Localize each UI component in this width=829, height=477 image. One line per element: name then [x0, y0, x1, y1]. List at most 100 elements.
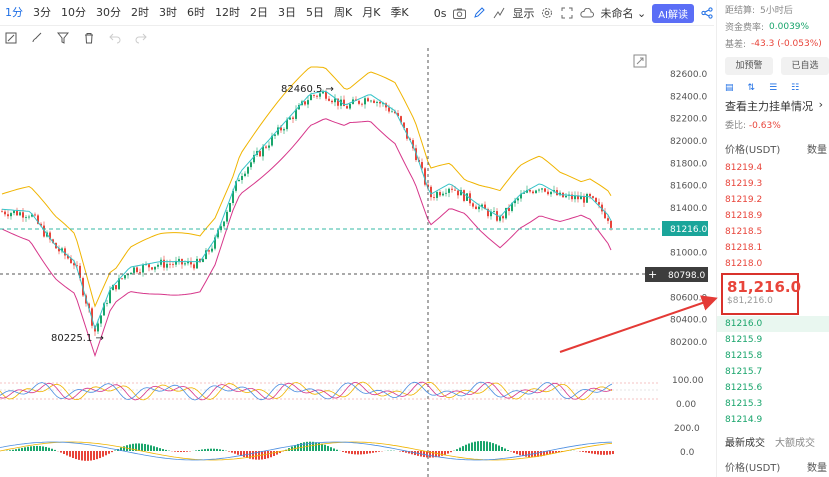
redo-icon[interactable]: [134, 31, 148, 45]
candle-body: [157, 264, 159, 267]
bid-row[interactable]: 81215.3: [717, 396, 829, 412]
timeframe-13[interactable]: 季K: [385, 0, 413, 26]
candle-body: [202, 259, 204, 263]
orderbook-asks-icon[interactable]: ☷: [791, 83, 799, 93]
macd-bar: [147, 444, 149, 451]
timeframe-2[interactable]: 10分: [56, 0, 91, 26]
candle-body: [223, 221, 225, 227]
high-price-label: 82460.5 →: [281, 84, 334, 95]
price-tick: 82600.0: [670, 70, 707, 80]
ask-row[interactable]: 81218.5: [717, 224, 829, 240]
timeframe-7[interactable]: 12时: [210, 0, 245, 26]
add-alert-button[interactable]: 加预警: [725, 57, 773, 75]
macd-bar: [144, 444, 146, 451]
timeframe-12[interactable]: 月K: [357, 0, 385, 26]
timeframe-3[interactable]: 30分: [91, 0, 126, 26]
candle-body: [274, 134, 276, 136]
candle-body: [238, 179, 240, 182]
undo-icon[interactable]: [108, 31, 122, 45]
macd-bar: [78, 451, 80, 460]
indicator-icon[interactable]: [492, 6, 506, 20]
watchlist-button[interactable]: 已自选: [781, 57, 829, 75]
ask-row[interactable]: 81218.0: [717, 256, 829, 272]
fullscreen-icon[interactable]: [560, 6, 574, 20]
timeframe-9[interactable]: 3日: [273, 0, 301, 26]
macd-bar: [249, 451, 251, 459]
candlestick-chart[interactable]: 82600.0 82400.0 82200.0 82000.0 81800.0 81600…: [0, 48, 714, 477]
price-tick: 81000.0: [670, 249, 707, 259]
last-price: 81,216.0: [727, 278, 802, 296]
ai-analysis-button[interactable]: AI解读: [652, 3, 694, 23]
candle-body: [610, 220, 612, 228]
camera-icon[interactable]: [452, 6, 466, 20]
candle-body: [220, 226, 222, 231]
annotation-icon[interactable]: [4, 31, 18, 45]
candle-body: [172, 264, 174, 266]
seconds-toggle[interactable]: 0s: [434, 7, 447, 20]
bid-row[interactable]: 81216.0: [717, 316, 829, 332]
orderbook-depth-icon[interactable]: ⇅: [748, 83, 756, 93]
macd-bar: [69, 451, 71, 457]
macd-bar: [441, 451, 443, 456]
main-orders-link[interactable]: 查看主力挂单情况 ›: [717, 93, 829, 114]
macd-bar: [273, 451, 275, 457]
macd-bar: [366, 451, 368, 454]
filter-icon[interactable]: [56, 31, 70, 45]
timeframe-1[interactable]: 3分: [28, 0, 56, 26]
brush-icon[interactable]: [30, 31, 44, 45]
bid-row[interactable]: 81214.9: [717, 412, 829, 428]
macd-bar: [234, 451, 236, 454]
ask-row[interactable]: 81218.1: [717, 240, 829, 256]
candle-body: [328, 98, 330, 101]
timeframe-6[interactable]: 6时: [182, 0, 210, 26]
bid-row[interactable]: 81215.6: [717, 380, 829, 396]
candle-body: [445, 192, 447, 194]
bid-row[interactable]: 81215.7: [717, 364, 829, 380]
toolbar-right: 0s 显示 未命名 ⌄ AI解读: [434, 0, 714, 26]
macd-bar: [93, 451, 95, 460]
display-menu[interactable]: 显示: [512, 5, 534, 21]
candle-body: [7, 214, 9, 217]
candle-body: [208, 250, 210, 252]
share-icon[interactable]: [700, 6, 714, 20]
orderbook-bids-icon[interactable]: ☰: [769, 83, 777, 93]
macd-bar: [129, 444, 131, 451]
macd-bar: [12, 449, 14, 451]
macd-bar: [360, 451, 362, 455]
pencil-icon[interactable]: [472, 6, 486, 20]
timeframe-5[interactable]: 3时: [154, 0, 182, 26]
plus-icon[interactable]: +: [648, 268, 657, 281]
macd-bar: [486, 441, 488, 451]
trash-icon[interactable]: [82, 31, 96, 45]
macd-bar: [66, 451, 68, 456]
candle-body: [193, 264, 195, 269]
timeframe-11[interactable]: 周K: [329, 0, 357, 26]
macd-bar: [162, 449, 164, 451]
timeframe-8[interactable]: 2日: [245, 0, 273, 26]
orderbook-both-icon[interactable]: ▤: [725, 83, 734, 93]
tab-latest-trades[interactable]: 最新成交: [725, 434, 765, 449]
ask-row[interactable]: 81219.4: [717, 160, 829, 176]
candle-body: [142, 264, 144, 273]
expand-icon[interactable]: [633, 54, 647, 68]
bid-row[interactable]: 81215.9: [717, 332, 829, 348]
candle-body: [10, 213, 12, 217]
candle-body: [370, 100, 372, 102]
tab-large-trades[interactable]: 大额成交: [775, 434, 815, 449]
timeframe-0[interactable]: 1分: [0, 0, 28, 26]
candle-body: [283, 129, 285, 131]
template-select[interactable]: 未命名 ⌄: [600, 5, 646, 21]
basis-label: 基差:: [725, 40, 747, 50]
ask-row[interactable]: 81219.2: [717, 192, 829, 208]
cloud-icon[interactable]: [580, 6, 595, 20]
candle-body: [196, 258, 198, 269]
macd-bar: [363, 451, 365, 455]
candle-body: [139, 272, 141, 273]
bid-row[interactable]: 81215.8: [717, 348, 829, 364]
timeframe-4[interactable]: 2时: [126, 0, 154, 26]
macd-bar: [348, 451, 350, 454]
gear-icon[interactable]: [540, 6, 554, 20]
timeframe-10[interactable]: 5日: [301, 0, 329, 26]
ask-row[interactable]: 81219.3: [717, 176, 829, 192]
ask-row[interactable]: 81218.9: [717, 208, 829, 224]
